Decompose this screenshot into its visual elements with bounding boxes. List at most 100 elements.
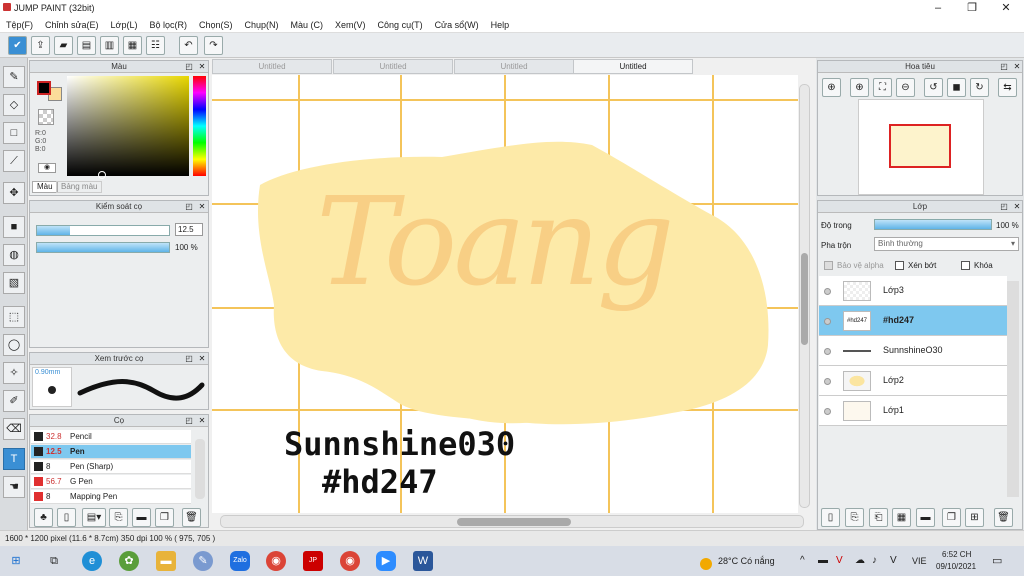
rotate-right-icon[interactable]: ↻ — [970, 78, 989, 97]
layer-merge-icon[interactable]: ⊞ — [965, 508, 984, 527]
navigator-viewport[interactable] — [889, 124, 951, 168]
panel-close-icon[interactable]: ✕ — [197, 202, 207, 212]
notification-icon[interactable]: ▭ — [992, 554, 1002, 567]
menu-color[interactable]: Màu (C) — [285, 17, 330, 33]
layer-duplicate-icon[interactable]: ❐ — [942, 508, 961, 527]
eyedropper-icon[interactable]: ◉ — [38, 163, 56, 173]
new-layer-icon[interactable]: ▯ — [821, 508, 840, 527]
eraser-tool-icon[interactable]: ◇ — [3, 94, 25, 116]
share-icon[interactable]: ⇪ — [31, 36, 50, 55]
check-icon[interactable]: ✔ — [8, 36, 27, 55]
transparent-color-swatch[interactable] — [38, 109, 54, 125]
layer-row-sunnshine[interactable]: SunnshineO30 — [819, 336, 1007, 366]
clock-date[interactable]: 09/10/2021 — [936, 562, 976, 571]
move-tool-icon[interactable]: ✥ — [3, 182, 25, 204]
canvas-vscroll-thumb[interactable] — [801, 253, 808, 345]
chrome-icon[interactable]: ◉ — [266, 551, 286, 571]
zalo-icon[interactable]: Zalo — [230, 551, 250, 571]
app-icon-pen[interactable]: ✎ — [193, 551, 213, 571]
visibility-toggle[interactable] — [824, 408, 831, 415]
brush-size-value[interactable]: 12.5 — [175, 223, 203, 236]
edge-browser-icon[interactable]: e — [82, 551, 102, 571]
panel-detach-icon[interactable]: ◰ — [184, 202, 194, 212]
zoom-in-icon[interactable]: ⊕ — [822, 78, 841, 97]
brush-item-pen-sharp[interactable]: 8 Pen (Sharp) — [31, 460, 191, 474]
layer-row-hd247[interactable]: #hd247 #hd247 — [819, 306, 1007, 336]
panel-detach-icon[interactable]: ◰ — [184, 354, 194, 364]
menu-tools[interactable]: Công cụ(T) — [372, 17, 429, 33]
tray-chevron-icon[interactable]: ^ — [800, 555, 805, 566]
brush-list-scrollbar[interactable] — [195, 439, 205, 499]
select-rect-tool-icon[interactable]: ⬚ — [3, 306, 25, 328]
panel-detach-icon[interactable]: ◰ — [999, 202, 1009, 212]
lock-checkbox[interactable] — [961, 261, 970, 270]
menu-edit[interactable]: Chỉnh sửa(E) — [39, 17, 105, 33]
menu-filter[interactable]: Bộ lọc(R) — [143, 17, 193, 33]
language-indicator[interactable]: VIE — [912, 556, 927, 566]
canvas-hscroll-thumb[interactable] — [457, 518, 571, 526]
layer-opacity-slider[interactable] — [874, 219, 992, 230]
close-button[interactable]: ✕ — [989, 0, 1023, 17]
brush-item-pen[interactable]: 12.5 Pen — [31, 445, 191, 459]
visibility-toggle[interactable] — [824, 318, 831, 325]
gradient-tool-icon[interactable]: ▧ — [3, 272, 25, 294]
rotate-left-icon[interactable]: ↺ — [924, 78, 943, 97]
primary-color-swatch[interactable] — [37, 81, 51, 95]
layer-delete-icon[interactable]: 🗑 — [994, 508, 1013, 527]
panel-detach-icon[interactable]: ◰ — [184, 416, 194, 426]
panel-close-icon[interactable]: ✕ — [197, 416, 207, 426]
text-tool-icon[interactable]: T — [3, 448, 25, 470]
reset-view-icon[interactable]: ◼ — [947, 78, 966, 97]
menu-select[interactable]: Chọn(S) — [193, 17, 239, 33]
tab-untitled-1[interactable]: Untitled — [212, 59, 332, 74]
canvas-vertical-scrollbar[interactable] — [799, 84, 810, 508]
maximize-button[interactable]: ❐ — [955, 0, 989, 17]
drawing-canvas[interactable]: Toang Sunnshine030 #hd247 — [212, 75, 798, 513]
new-layer-alt-icon[interactable]: ⎘ — [845, 508, 864, 527]
app-icon-green[interactable]: ✿ — [119, 551, 139, 571]
line-tool-icon[interactable]: ⟋ — [3, 150, 25, 172]
picker-cursor[interactable] — [98, 171, 106, 179]
menu-window[interactable]: Cửa sổ(W) — [429, 17, 485, 33]
comment-icon[interactable]: ▰ — [54, 36, 73, 55]
message-icon[interactable]: ▤ — [77, 36, 96, 55]
weather-text[interactable]: 28°C Có nắng — [718, 556, 775, 566]
bucket-tool-icon[interactable]: ◍ — [3, 244, 25, 266]
tray-volume-icon[interactable]: ♪ — [872, 555, 877, 566]
lasso-tool-icon[interactable]: ◯ — [3, 334, 25, 356]
page-icon[interactable]: ▦ — [123, 36, 142, 55]
brush-opacity-slider[interactable] — [36, 242, 170, 253]
visibility-toggle[interactable] — [824, 348, 831, 355]
layer-row-lop3[interactable]: Lớp3 — [819, 276, 1007, 306]
brush-copy-icon[interactable]: ⎘ — [109, 508, 128, 527]
panel-close-icon[interactable]: ✕ — [1012, 202, 1022, 212]
minimize-button[interactable]: – — [921, 0, 955, 17]
tray-unikey-icon[interactable]: V — [890, 555, 897, 566]
tray-v-icon[interactable]: V — [836, 555, 843, 566]
canvas-horizontal-scrollbar[interactable] — [220, 515, 804, 528]
brush-delete-icon[interactable]: 🗑 — [182, 508, 201, 527]
panel-close-icon[interactable]: ✕ — [197, 62, 207, 72]
new-brush-icon[interactable]: ▯ — [57, 508, 76, 527]
saturation-value-picker[interactable] — [67, 76, 189, 176]
layer-copy-icon[interactable]: ⎗ — [869, 508, 888, 527]
brush-item-mapping-pen[interactable]: 8 Mapping Pen — [31, 490, 191, 504]
file-explorer-icon[interactable]: ▬ — [156, 551, 176, 571]
select-pen-tool-icon[interactable]: ✐ — [3, 390, 25, 412]
tray-network-icon[interactable]: ☁ — [855, 555, 865, 566]
layer-folder-icon[interactable]: ▬ — [916, 508, 935, 527]
brush-folder-icon[interactable]: ▬ — [132, 508, 151, 527]
shape-tool-icon[interactable]: □ — [3, 122, 25, 144]
protect-alpha-checkbox[interactable] — [824, 261, 833, 270]
zoom-in-alt-icon[interactable]: ⊕ — [850, 78, 869, 97]
redo-icon[interactable]: ↷ — [204, 36, 223, 55]
brush-item-g-pen[interactable]: 56.7 G Pen — [31, 475, 191, 489]
magic-wand-tool-icon[interactable]: ✧ — [3, 362, 25, 384]
brush-size-slider[interactable] — [36, 225, 170, 236]
task-view-icon[interactable]: ⧉ — [44, 551, 64, 571]
undo-icon[interactable]: ↶ — [179, 36, 198, 55]
zoom-meeting-icon[interactable]: ▶ — [376, 551, 396, 571]
menu-snap[interactable]: Chụp(N) — [239, 17, 285, 33]
tray-app-icon[interactable]: ▬ — [818, 555, 828, 566]
tab-untitled-3[interactable]: Untitled — [454, 59, 574, 74]
